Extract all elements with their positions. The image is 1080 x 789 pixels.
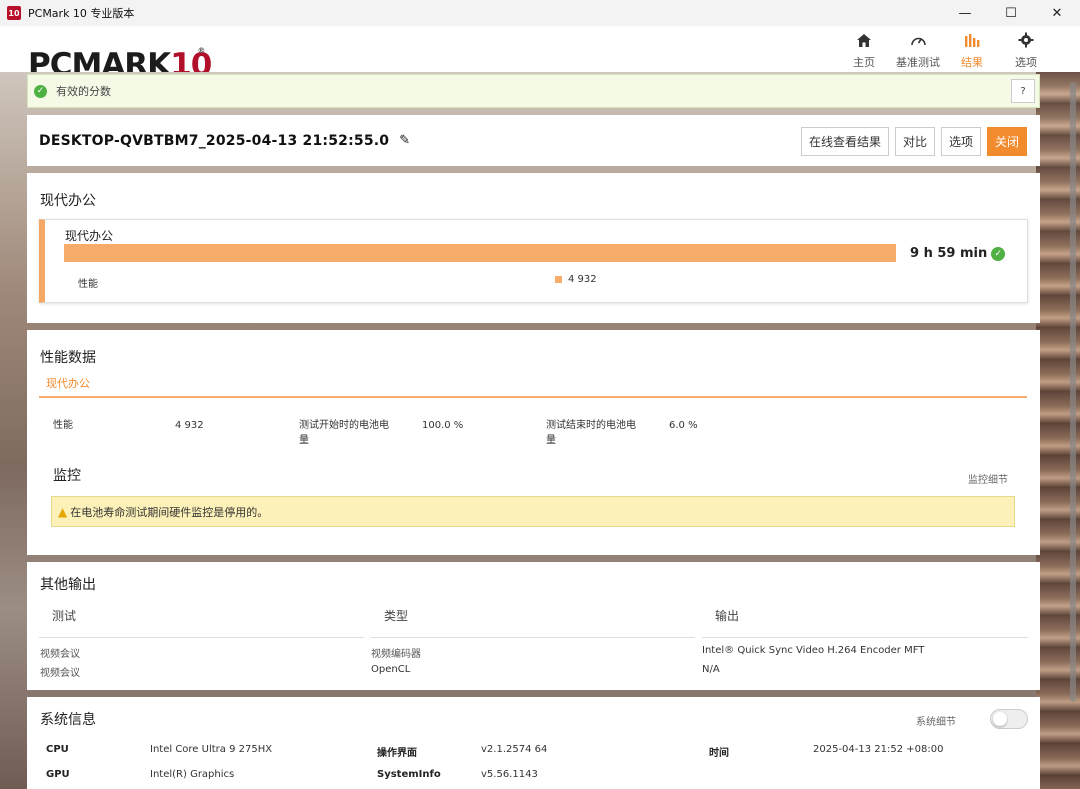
battery-start-val: 100.0 % xyxy=(422,420,464,431)
options-button[interactable]: 选项 xyxy=(940,127,981,156)
cpu-key: CPU xyxy=(46,744,69,755)
systeminfo-value: v5.56.1143 xyxy=(481,769,538,780)
maximize-button[interactable]: ☐ xyxy=(988,0,1034,26)
bar-chart-icon xyxy=(964,30,980,50)
battery-duration: 9 h 59 min ✓ xyxy=(910,246,1006,261)
battery-start-key: 测试开始时的电池电 量 xyxy=(299,418,389,448)
result-header: DESKTOP-QVBTBM7_2025-04-13 21:52:55.0 ✎ … xyxy=(27,115,1040,166)
table-cell: N/A xyxy=(702,664,720,675)
window-title: PCMark 10 专业版本 xyxy=(28,7,135,20)
battery-start-key-line1: 测试开始时的电池电 xyxy=(299,420,389,431)
modern-office-card: 现代办公 9 h 59 min ✓ 性能 4 932 xyxy=(39,219,1028,303)
perf-val: 4 932 xyxy=(175,420,204,431)
battery-start-key-line2: 量 xyxy=(299,435,309,446)
nav-home[interactable]: 主页 xyxy=(838,30,890,70)
home-icon xyxy=(856,30,872,50)
scrollbar-thumb[interactable] xyxy=(1070,82,1076,702)
perf-value: 4 932 xyxy=(568,274,597,285)
table-cell: 视频编码器 xyxy=(371,649,421,660)
nav-home-label: 主页 xyxy=(853,56,875,69)
nav-results[interactable]: 结果 xyxy=(946,30,998,70)
perf-label: 性能 xyxy=(78,279,98,290)
nav-benchmarks-label: 基准测试 xyxy=(896,56,940,69)
result-actions: 在线查看结果 对比 选项 关闭 xyxy=(800,127,1027,156)
monitoring-details-link[interactable]: 监控细节 xyxy=(968,471,1008,486)
monitoring-title: 监控 xyxy=(53,468,81,484)
valid-score-text: 有效的分数 xyxy=(56,85,111,98)
os-key: 操作界面 xyxy=(377,748,417,759)
column-divider xyxy=(371,637,695,638)
section-title: 其他输出 xyxy=(40,577,96,593)
main-nav: 主页 基准测试 结果 选项 xyxy=(838,30,1052,70)
nav-options-label: 选项 xyxy=(1015,56,1037,69)
app-header: PCMARK10® 主页 基准测试 结果 选项 xyxy=(0,26,1080,82)
system-details-label: 系统细节 xyxy=(916,717,956,728)
battery-end-key: 测试结束时的电池电 量 xyxy=(546,418,636,448)
gear-icon xyxy=(1018,30,1034,50)
column-divider xyxy=(702,637,1028,638)
nav-benchmarks[interactable]: 基准测试 xyxy=(892,30,944,70)
nav-results-label: 结果 xyxy=(961,56,983,69)
systeminfo-key: SystemInfo xyxy=(377,769,441,780)
toggle-knob xyxy=(993,712,1007,726)
window-title-bar: 10 PCMark 10 专业版本 — ☐ ✕ xyxy=(0,0,1080,26)
time-value: 2025-04-13 21:52 +08:00 xyxy=(813,744,944,755)
column-header-output: 输出 xyxy=(715,609,740,623)
valid-score-banner: ✓ 有效的分数 ? xyxy=(27,74,1040,108)
help-button[interactable]: ? xyxy=(1011,79,1035,103)
battery-end-key-line1: 测试结束时的电池电 xyxy=(546,420,636,431)
cpu-value: Intel Core Ultra 9 275HX xyxy=(150,744,273,755)
check-circle-icon: ✓ xyxy=(34,84,47,98)
system-details-toggle[interactable] xyxy=(990,709,1028,729)
warning-icon: ▲ xyxy=(58,504,68,519)
card-title: 现代办公 xyxy=(65,229,114,243)
legend-swatch xyxy=(555,276,562,283)
app-icon: 10 xyxy=(7,6,21,20)
scrollbar[interactable] xyxy=(1068,80,1078,780)
tab-modern-office[interactable]: 现代办公 xyxy=(46,375,90,391)
monitoring-warning: ▲ 在电池寿命测试期间硬件监控是停用的。 xyxy=(51,496,1015,527)
gauge-icon xyxy=(910,30,927,50)
gpu-key: GPU xyxy=(46,769,70,780)
compare-button[interactable]: 对比 xyxy=(894,127,935,156)
close-result-button[interactable]: 关闭 xyxy=(986,127,1027,156)
logo-registered-mark: ® xyxy=(197,46,205,55)
perf-key: 性能 xyxy=(53,420,73,431)
os-value: v2.1.2574 64 xyxy=(481,744,548,755)
battery-end-val: 6.0 % xyxy=(669,420,698,431)
tab-underline xyxy=(39,396,1027,398)
table-cell: 视频会议 xyxy=(40,668,80,679)
view-online-button[interactable]: 在线查看结果 xyxy=(800,127,889,156)
gpu-value: Intel(R) Graphics xyxy=(150,769,235,780)
perf-marker: 4 932 xyxy=(555,274,597,285)
section-title: 系统信息 xyxy=(40,712,96,728)
modern-office-section: 现代办公 现代办公 9 h 59 min ✓ 性能 4 932 xyxy=(27,173,1040,323)
time-key: 时间 xyxy=(709,748,729,759)
nav-options[interactable]: 选项 xyxy=(1000,30,1052,70)
edit-pencil-icon[interactable]: ✎ xyxy=(399,133,410,148)
column-header-type: 类型 xyxy=(384,609,409,623)
duration-text: 9 h 59 min xyxy=(910,246,988,261)
minimize-button[interactable]: — xyxy=(942,0,988,26)
section-title: 性能数据 xyxy=(40,350,96,366)
check-circle-icon: ✓ xyxy=(991,246,1006,261)
column-header-test: 测试 xyxy=(52,609,77,623)
result-title: DESKTOP-QVBTBM7_2025-04-13 21:52:55.0 xyxy=(39,132,390,149)
warning-text: 在电池寿命测试期间硬件监控是停用的。 xyxy=(70,505,269,519)
system-info-section: 系统信息 系统细节 CPU Intel Core Ultra 9 275HX 操… xyxy=(27,697,1040,789)
close-window-button[interactable]: ✕ xyxy=(1034,0,1080,26)
window-controls: — ☐ ✕ xyxy=(942,0,1080,26)
table-cell: Intel® Quick Sync Video H.264 Encoder MF… xyxy=(702,645,925,656)
table-cell: OpenCL xyxy=(371,664,411,675)
battery-end-key-line2: 量 xyxy=(546,435,556,446)
section-title: 现代办公 xyxy=(40,193,96,209)
column-divider xyxy=(39,637,364,638)
table-cell: 视频会议 xyxy=(40,649,80,660)
score-bar xyxy=(64,244,896,262)
performance-data-section: 性能数据 现代办公 性能 4 932 测试开始时的电池电 量 100.0 % 测… xyxy=(27,330,1040,555)
other-outputs-section: 其他输出 测试 类型 输出 视频会议 视频编码器 Intel® Quick Sy… xyxy=(27,562,1040,690)
